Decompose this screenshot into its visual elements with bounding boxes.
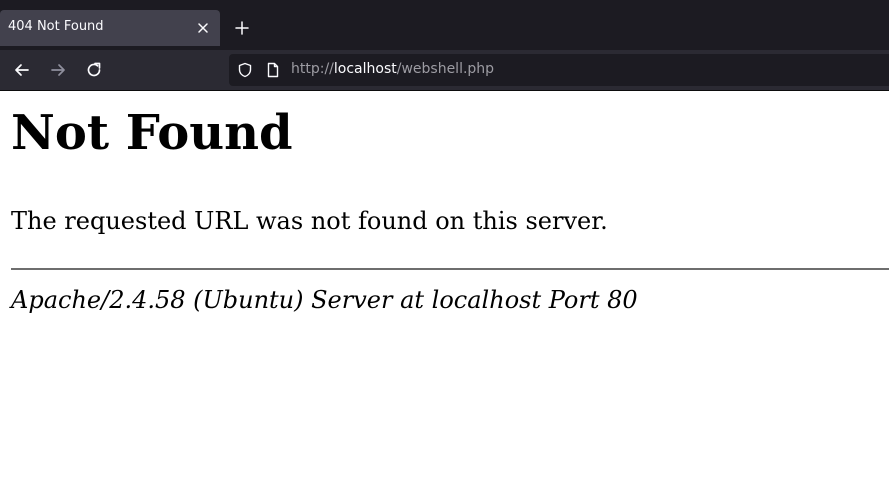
url-bar[interactable]: http://localhost/webshell.php	[229, 54, 889, 86]
url-host: localhost	[333, 61, 397, 77]
plus-icon[interactable]	[234, 20, 250, 36]
server-signature: Apache/2.4.58 (Ubuntu) Server at localho…	[11, 286, 638, 314]
url-text[interactable]: http://localhost/webshell.php	[291, 61, 494, 77]
forward-arrow-icon[interactable]	[49, 61, 67, 79]
error-message: The requested URL was not found on this …	[11, 207, 608, 235]
navigation-toolbar: http://localhost/webshell.php	[0, 50, 889, 90]
horizontal-rule	[11, 268, 889, 270]
reload-icon[interactable]	[85, 61, 103, 79]
close-icon[interactable]	[196, 21, 210, 35]
tab-title: 404 Not Found	[8, 19, 104, 34]
url-path: /webshell.php	[396, 61, 495, 77]
tab-strip: 404 Not Found	[0, 0, 889, 50]
url-scheme: http://	[291, 61, 334, 77]
page-content: Not Found The requested URL was not foun…	[0, 91, 889, 485]
browser-window: 404 Not Found http://localhost/webshell.…	[0, 0, 889, 485]
active-tab[interactable]: 404 Not Found	[0, 10, 220, 46]
shield-icon[interactable]	[237, 62, 253, 78]
page-heading: Not Found	[11, 105, 293, 161]
back-arrow-icon[interactable]	[13, 61, 31, 79]
page-icon[interactable]	[265, 62, 281, 78]
